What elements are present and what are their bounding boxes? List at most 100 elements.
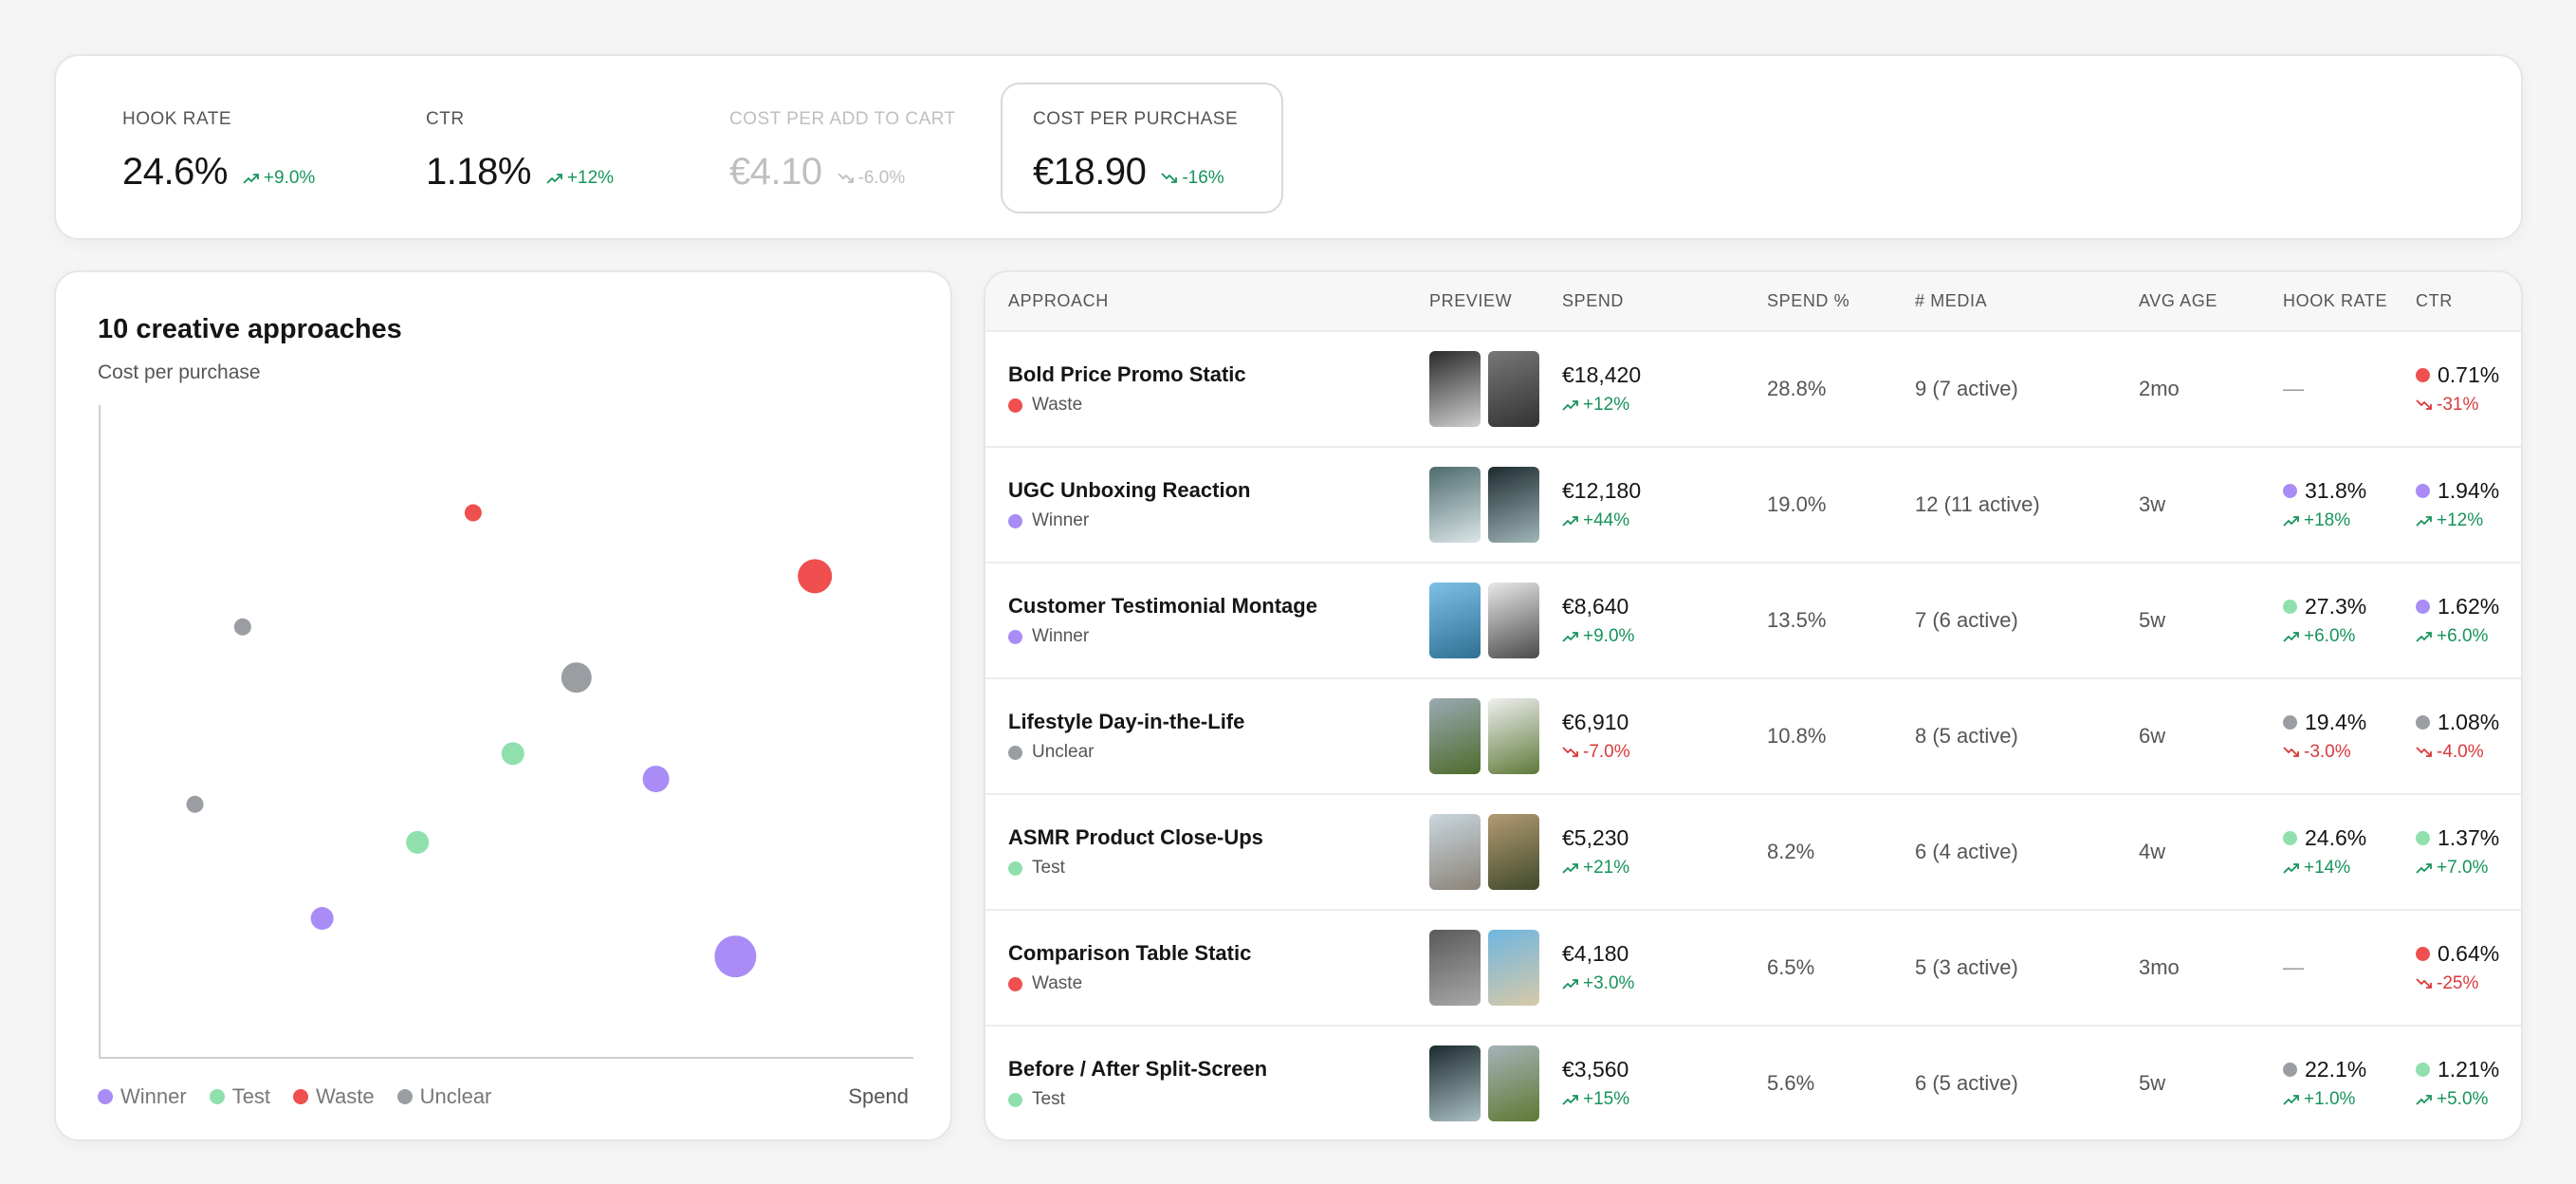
scatter-card: 10 creative approaches Cost per purchase… [54, 270, 952, 1141]
legend-item-unclear[interactable]: Unclear [396, 1084, 492, 1109]
table-header-row: APPROACH PREVIEW SPEND SPEND % # MEDIA AVG AG… [985, 272, 2521, 332]
scatter-point-unclear[interactable] [561, 662, 592, 694]
delta-badge: +14% [2283, 858, 2350, 879]
legend-item-winner[interactable]: Winner [98, 1084, 187, 1109]
media-count: 5 (3 active) [1892, 910, 2116, 1027]
preview-thumbnail[interactable] [1429, 1045, 1481, 1121]
scatter-point-test[interactable] [501, 742, 524, 766]
column-header-spend-[interactable]: SPEND % [1744, 272, 1892, 332]
metric-value: 1.62% [2438, 593, 2500, 619]
trend-down-icon [2416, 398, 2432, 410]
table-row[interactable]: Lifestyle Day-in-the-Life Unclear €6,910… [985, 678, 2521, 795]
approach-name: UGC Unboxing Reaction [1008, 478, 1251, 502]
preview-thumbnail[interactable] [1488, 930, 1539, 1006]
trend-up-icon [2416, 631, 2432, 642]
media-count: 6 (5 active) [1892, 1026, 2116, 1139]
column-header-preview[interactable]: PREVIEW [1407, 272, 1539, 332]
scatter-point-winner[interactable] [310, 907, 334, 931]
preview-thumbnail[interactable] [1488, 467, 1539, 543]
preview-thumbnail[interactable] [1429, 814, 1481, 890]
preview-thumbnail[interactable] [1429, 351, 1481, 427]
scatter-point-waste[interactable] [798, 559, 833, 594]
trend-up-icon [546, 174, 562, 184]
scatter-point-winner[interactable] [642, 766, 670, 793]
preview-thumbnail[interactable] [1429, 930, 1481, 1006]
preview-thumbnail[interactable] [1429, 698, 1481, 774]
spend-value: €12,180 [1562, 477, 1642, 503]
table-body: Bold Price Promo Static Waste €18,420 +1… [985, 331, 2521, 1139]
legend-label: Unclear [419, 1084, 492, 1108]
table-row[interactable]: Customer Testimonial Montage Winner €8,6… [985, 563, 2521, 679]
status-dot [1008, 513, 1022, 528]
scatter-point-unclear[interactable] [233, 618, 251, 636]
table-row[interactable]: Bold Price Promo Static Waste €18,420 +1… [985, 331, 2521, 448]
metric-value: 19.4% [2305, 709, 2367, 734]
scatter-point-winner[interactable] [714, 935, 757, 978]
delta-badge: +6.0% [2283, 626, 2355, 647]
status-dot [1008, 398, 1022, 413]
spend-percent: 5.6% [1744, 1026, 1892, 1139]
delta-badge: +9.0% [243, 168, 315, 189]
preview-thumbnail[interactable] [1488, 1045, 1539, 1121]
scatter-x-label: Spend [848, 1084, 909, 1108]
column-header--media[interactable]: # MEDIA [1892, 272, 2116, 332]
spend-value: €3,560 [1562, 1056, 1629, 1082]
preview-thumbnail[interactable] [1488, 698, 1539, 774]
status-badge: Test [1008, 1089, 1407, 1110]
avg-age: 5w [2116, 563, 2260, 679]
scatter-point-unclear[interactable] [186, 795, 204, 813]
delta-badge: +3.0% [1562, 973, 1634, 994]
column-header-approach[interactable]: APPROACH [985, 272, 1407, 332]
avg-age: 3w [2116, 447, 2260, 564]
status-badge: Winner [1008, 626, 1407, 647]
spend-percent: 13.5% [1744, 563, 1892, 679]
column-header-ctr[interactable]: CTR [2393, 272, 2521, 332]
kpi-cost-per-add-to-cart[interactable]: COST PER ADD TO CART €4.10 -6.0% [699, 84, 1003, 212]
status-dot [2416, 946, 2430, 961]
delta-badge: -4.0% [2416, 742, 2484, 763]
scatter-point-waste[interactable] [464, 504, 482, 522]
column-header-hook-rate[interactable]: HOOK RATE [2260, 272, 2393, 332]
trend-up-icon [2283, 1094, 2299, 1105]
hook-rate-cell: 24.6% +14% [2260, 794, 2393, 911]
trend-up-icon [1562, 1094, 1578, 1105]
media-count: 8 (5 active) [1892, 678, 2116, 795]
empty-value: — [2283, 955, 2304, 979]
table-row[interactable]: Comparison Table Static Waste €4,180 +3.… [985, 910, 2521, 1027]
legend-item-waste[interactable]: Waste [293, 1084, 375, 1109]
approach-name: Comparison Table Static [1008, 941, 1252, 965]
column-header-avg-age[interactable]: AVG AGE [2116, 272, 2260, 332]
preview-thumbnail[interactable] [1488, 583, 1539, 658]
status-dot [2416, 599, 2430, 614]
scatter-axes [99, 405, 913, 1059]
kpi-hook-rate[interactable]: HOOK RATE 24.6% +9.0% [92, 84, 377, 212]
spend-percent: 10.8% [1744, 678, 1892, 795]
table-row[interactable]: ASMR Product Close-Ups Test €5,230 +21% … [985, 794, 2521, 911]
trend-up-icon [1562, 399, 1578, 411]
table-row[interactable]: Before / After Split-Screen Test €3,560 … [985, 1026, 2521, 1139]
legend-item-test[interactable]: Test [209, 1084, 270, 1109]
status-badge: Waste [1008, 973, 1407, 994]
media-count: 7 (6 active) [1892, 563, 2116, 679]
preview-thumbnail[interactable] [1429, 583, 1481, 658]
trend-up-icon [1562, 515, 1578, 527]
metric-value: 1.21% [2438, 1056, 2500, 1082]
preview-thumbnail[interactable] [1488, 814, 1539, 890]
scatter-point-test[interactable] [406, 830, 430, 854]
column-header-spend[interactable]: SPEND [1539, 272, 1744, 332]
metric-value: 0.71% [2438, 361, 2500, 387]
avg-age: 2mo [2116, 331, 2260, 448]
metric-value: 1.94% [2438, 477, 2500, 503]
kpi-cost-per-purchase[interactable]: COST PER PURCHASE €18.90 -16% [1001, 83, 1283, 213]
spend-value: €18,420 [1562, 361, 1642, 387]
preview-thumbnail[interactable] [1488, 351, 1539, 427]
legend-dot [396, 1089, 413, 1104]
status-dot [2283, 830, 2297, 845]
kpi-ctr[interactable]: CTR 1.18% +12% [396, 84, 680, 212]
hook-rate-cell: — [2260, 331, 2393, 448]
spend-value: €6,910 [1562, 709, 1629, 734]
preview-thumbnail[interactable] [1429, 467, 1481, 543]
status-badge: Waste [1008, 395, 1407, 416]
table-row[interactable]: UGC Unboxing Reaction Winner €12,180 +44… [985, 447, 2521, 564]
delta-badge: +44% [1562, 510, 1629, 531]
